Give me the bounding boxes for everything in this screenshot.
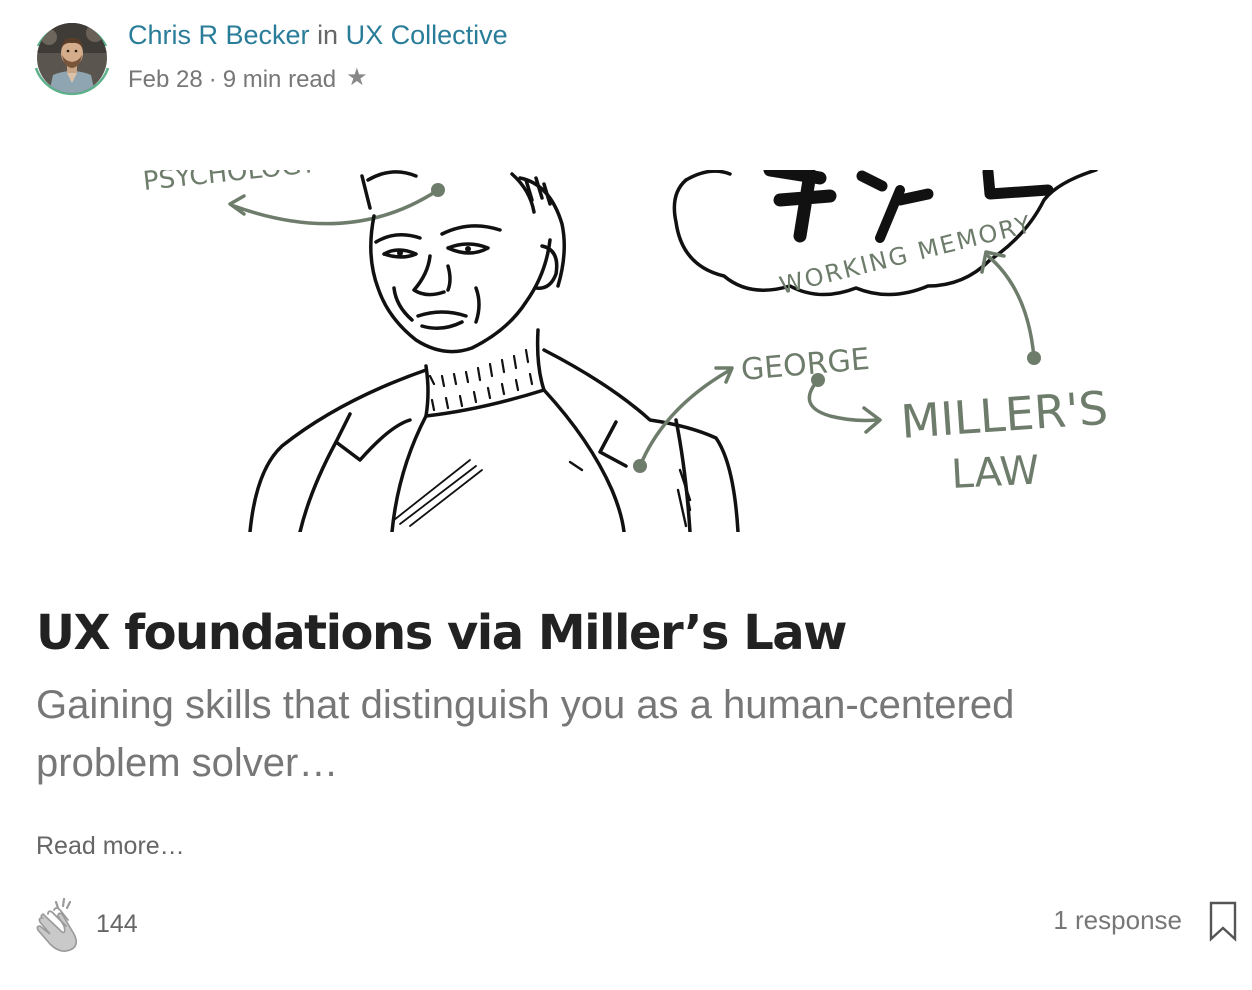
- bookmark-button[interactable]: [1206, 900, 1240, 942]
- avatar-photo: [37, 23, 107, 93]
- post-meta: Feb 28 · 9 min read ★: [128, 62, 368, 96]
- author-line: Chris R Becker in UX Collective: [128, 18, 508, 52]
- clap-hands-icon: [36, 897, 78, 952]
- read-more-link[interactable]: Read more…: [36, 828, 185, 864]
- post-date: Feb 28: [128, 66, 203, 93]
- post-title[interactable]: UX foundations via Miller’s Law: [36, 602, 848, 664]
- responses-link[interactable]: 1 response: [1053, 902, 1182, 938]
- hero-illustration[interactable]: PSYCHOLOGY WORKING MEMORY GEORGE MILLER'…: [130, 170, 1130, 532]
- sketch-label-psychology: PSYCHOLOGY: [142, 170, 318, 197]
- sketch-label-law: LAW: [950, 447, 1040, 498]
- post-header: Chris R Becker in UX Collective Feb 28 · 9…: [30, 14, 730, 104]
- sketch-label-millers: MILLER'S: [899, 381, 1110, 449]
- in-label: in: [317, 20, 339, 50]
- post-subtitle[interactable]: Gaining skills that distinguish you as a…: [36, 676, 1116, 792]
- author-avatar[interactable]: [30, 16, 114, 100]
- bookmark-icon: [1209, 901, 1237, 942]
- publication-link[interactable]: UX Collective: [346, 20, 508, 50]
- clap-button[interactable]: [34, 896, 88, 952]
- post-card: Chris R Becker in UX Collective Feb 28 · 9…: [0, 0, 1252, 990]
- star-icon: ★: [346, 64, 368, 91]
- read-time: 9 min read: [222, 66, 337, 93]
- sketch-label-george: GEORGE: [740, 342, 871, 388]
- author-name-link[interactable]: Chris R Becker: [128, 20, 310, 50]
- millers-law-sketch: PSYCHOLOGY WORKING MEMORY GEORGE MILLER'…: [142, 170, 1110, 532]
- meta-separator: ·: [208, 66, 217, 93]
- clap-count[interactable]: 144: [96, 906, 138, 942]
